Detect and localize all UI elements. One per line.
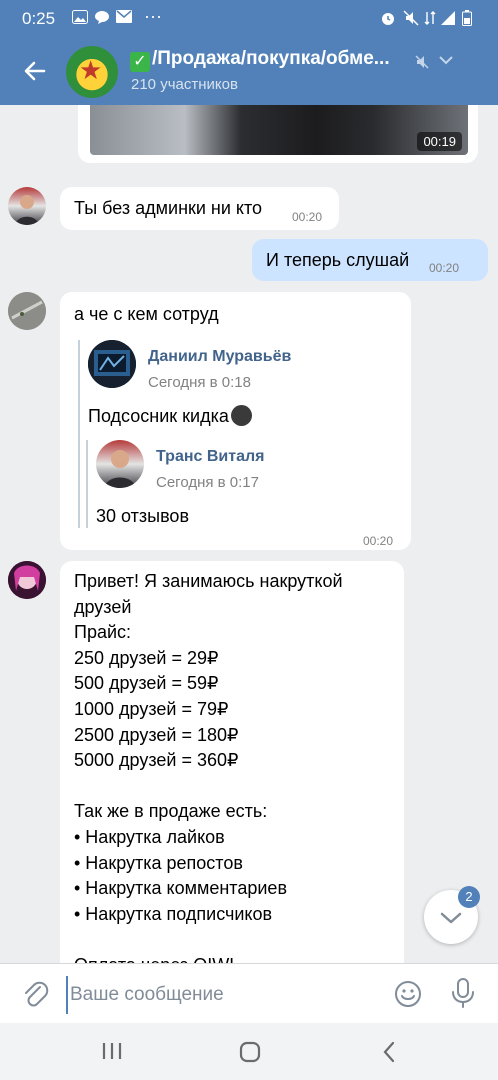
back-chevron-icon	[383, 1041, 395, 1063]
avatar[interactable]	[8, 561, 46, 599]
system-nav-bar	[0, 1023, 498, 1080]
recents-icon	[102, 1043, 122, 1059]
message-bubble[interactable]: Ты без админки ни кто 00:20	[60, 187, 339, 230]
video-duration: 00:19	[417, 132, 462, 151]
message-list[interactable]: 00:19 Ты без админки ни кто 00:20 И тепе…	[0, 105, 498, 963]
check-mark-icon: ✓	[130, 52, 150, 72]
message-composer	[0, 963, 498, 1024]
status-time: 0:25	[22, 9, 56, 28]
message-time: 00:20	[363, 534, 394, 548]
status-bar: 0:25 ···	[0, 0, 498, 36]
system-back-button[interactable]	[381, 1041, 397, 1068]
video-message[interactable]: 00:19	[78, 105, 478, 163]
star-icon: ★	[79, 55, 103, 85]
message-text: Ты без админки ни кто	[74, 198, 263, 218]
message-icon	[94, 10, 110, 28]
message-time: 00:20	[292, 210, 323, 224]
chat-header: ★ ✓/Продажа/покупка/обме... 210 участник…	[0, 36, 498, 105]
chat-avatar[interactable]: ★	[66, 46, 118, 98]
chat-title: /Продажа/покупка/обме...	[152, 48, 390, 69]
forward-text: Подсосник кидка	[88, 404, 252, 429]
emoji-button[interactable]	[393, 979, 423, 1014]
smile-icon	[395, 981, 421, 1007]
nested-forward-text: 30 отзывов	[96, 506, 190, 526]
arrow-left-icon	[24, 61, 46, 81]
avatar[interactable]	[8, 292, 46, 330]
emoji-icon	[230, 405, 252, 426]
mute-icon	[403, 10, 419, 29]
back-button[interactable]	[20, 56, 50, 86]
message-text: а че с кем сотруд	[74, 304, 219, 324]
recent-apps-button[interactable]	[101, 1042, 123, 1065]
unread-badge: 2	[458, 886, 480, 908]
chevron-down-icon[interactable]	[438, 50, 454, 71]
forward-date: Сегодня в 0:18	[148, 374, 251, 391]
mail-icon	[116, 10, 132, 26]
signal-icon	[440, 10, 456, 29]
message-bubble[interactable]: Привет! Я занимаюсь накруткой друзей Пра…	[60, 561, 404, 963]
nested-forward-author[interactable]: Транс Виталя	[156, 444, 264, 469]
nested-forward-date: Сегодня в 0:17	[156, 474, 259, 491]
home-icon	[239, 1041, 261, 1063]
data-icon	[424, 10, 436, 29]
outgoing-message-bubble[interactable]: И теперь слушай 00:20	[252, 239, 488, 281]
microphone-icon	[452, 978, 474, 1008]
message-time: 00:20	[429, 261, 460, 275]
nested-forward-avatar[interactable]	[96, 440, 144, 488]
alarm-icon	[380, 10, 396, 29]
nested-forwarded-message[interactable]: Транс Виталя Сегодня в 0:17 30 отзывов	[86, 440, 388, 528]
battery-icon	[462, 10, 472, 29]
chat-members-count[interactable]: 210 участников	[131, 76, 238, 93]
more-icon: ···	[144, 6, 162, 26]
image-icon	[72, 10, 88, 27]
video-thumbnail[interactable]: 00:19	[90, 105, 468, 155]
attach-button[interactable]	[20, 979, 50, 1014]
forwarded-message[interactable]: Даниил Муравьёв Сегодня в 0:18 Подсосник…	[78, 340, 400, 528]
avatar[interactable]	[8, 187, 46, 225]
voice-button[interactable]	[450, 977, 476, 1014]
top-bar: 0:25 ··· ★ ✓ /Продажа/покупка/обме... 21…	[0, 0, 498, 105]
message-bubble[interactable]: а че с кем сотруд Даниил Муравьёв Сегодн…	[60, 292, 411, 550]
muted-icon	[414, 54, 430, 75]
message-input[interactable]	[66, 976, 372, 1014]
forward-author[interactable]: Даниил Муравьёв	[148, 344, 291, 369]
paperclip-icon	[25, 981, 49, 1007]
message-text: И теперь слушай	[266, 250, 410, 270]
home-button[interactable]	[239, 1041, 261, 1068]
chat-title-row[interactable]: ✓/Продажа/покупка/обме...	[130, 48, 410, 72]
forward-avatar[interactable]	[88, 340, 136, 388]
message-text: Привет! Я занимаюсь накруткой друзей Пра…	[74, 571, 343, 963]
